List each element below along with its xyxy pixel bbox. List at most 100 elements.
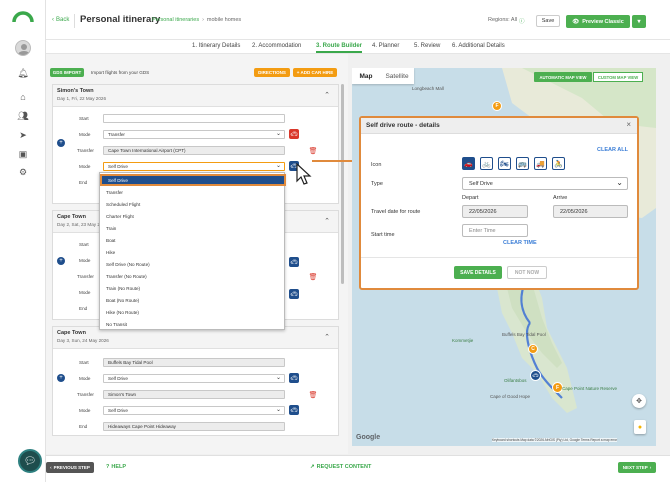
panel-scrollbar[interactable] xyxy=(341,84,344,284)
icon-option[interactable]: 🚌 xyxy=(516,157,529,170)
icon-option[interactable]: 🚚 xyxy=(534,157,547,170)
fullscreen-button[interactable]: ✥ xyxy=(632,394,646,408)
car-icon: 🚗︎ xyxy=(290,407,298,414)
gds-import-button[interactable]: GDS IMPORT xyxy=(50,68,84,77)
close-icon[interactable]: × xyxy=(626,120,631,129)
directions-button[interactable]: DIRECTIONS xyxy=(254,68,290,77)
dropdown-option[interactable]: Train (No Route) xyxy=(100,282,286,294)
tab-additional-details[interactable]: 6. Additional Details xyxy=(452,43,505,49)
gear-icon[interactable]: ⚙ xyxy=(18,167,28,177)
dropdown-option[interactable]: Transfer xyxy=(100,186,286,198)
add-stop-button[interactable]: + xyxy=(57,139,65,147)
icon-option[interactable]: 🚲 xyxy=(480,157,493,170)
tab-route-builder[interactable]: 3. Route Builder xyxy=(316,43,363,53)
preview-dropdown-button[interactable]: ▾ xyxy=(632,15,646,28)
car-icon: 🚗︎ xyxy=(532,372,539,379)
dropdown-option[interactable]: Scheduled Flight xyxy=(100,198,286,210)
dropdown-option[interactable]: Transfer (No Route) xyxy=(100,270,286,282)
transport-icon-button[interactable]: 🚗︎ xyxy=(289,289,299,299)
transport-icon-button[interactable]: 🚗︎ xyxy=(289,129,299,139)
icon-option[interactable]: 🚴 xyxy=(552,157,565,170)
image-icon[interactable]: ▣ xyxy=(18,149,28,159)
dropdown-option[interactable]: Self Drive xyxy=(100,174,286,186)
add-car-hire-button[interactable]: + ADD CAR HIRE xyxy=(293,68,337,77)
dropdown-option[interactable]: Hike (No Route) xyxy=(100,306,286,318)
header-divider xyxy=(74,14,75,28)
mode-select[interactable]: Self Drive xyxy=(103,406,285,415)
trash-icon[interactable]: 🗑︎ xyxy=(309,391,318,399)
map-label: Kommetjie xyxy=(452,338,474,343)
breadcrumb-parent[interactable]: Personal itineraries xyxy=(152,17,199,23)
pegman-button[interactable]: ● xyxy=(634,420,646,434)
clear-time-link[interactable]: CLEAR TIME xyxy=(503,240,537,246)
trash-icon[interactable]: 🗑︎ xyxy=(309,273,318,281)
chevron-down-icon: ▾ xyxy=(637,19,641,25)
tab-itinerary-details[interactable]: 1. Itinerary Details xyxy=(192,43,240,49)
collapse-icon[interactable]: ⌃ xyxy=(324,91,330,99)
mode-select-active[interactable]: Self Drive xyxy=(103,162,285,171)
not-now-button[interactable]: NOT NOW xyxy=(507,266,547,279)
start-field[interactable] xyxy=(103,114,285,123)
mode-select[interactable]: Self Drive xyxy=(103,374,285,383)
transfer-field[interactable]: Cape Town International Airport (CPT) xyxy=(103,146,285,155)
dropdown-option[interactable]: Hike xyxy=(100,246,286,258)
bus-icon: 🚌 xyxy=(518,160,527,168)
clear-all-link[interactable]: CLEAR ALL xyxy=(597,147,628,153)
collapse-icon[interactable]: ⌃ xyxy=(324,333,330,341)
add-stop-button[interactable]: + xyxy=(57,374,65,382)
mode-dropdown-list: Self Drive Transfer Scheduled Flight Cha… xyxy=(99,172,286,330)
breadcrumb-separator: › xyxy=(202,17,204,23)
map-tab-map[interactable]: Map xyxy=(352,68,380,84)
save-button[interactable]: Save xyxy=(536,15,560,27)
tab-review[interactable]: 5. Review xyxy=(414,43,440,49)
preview-classic-button[interactable]: 👁︎ Preview Classic xyxy=(566,15,630,28)
arrive-label: Arrive xyxy=(553,195,568,201)
car-icon: 🚗︎ xyxy=(290,291,298,298)
transport-icon-button[interactable]: 🚗︎ xyxy=(289,257,299,267)
dropdown-option[interactable]: Charter Flight xyxy=(100,210,286,222)
map-car-marker[interactable]: 🚗︎ xyxy=(530,370,541,381)
regions-filter[interactable]: Regions: All ⓘ xyxy=(488,17,525,25)
end-field[interactable]: Hideaways Cape Point Hideaway xyxy=(103,422,285,431)
transport-icon-button[interactable]: 🚗︎ xyxy=(289,373,299,383)
transport-icon-button[interactable]: 🚗︎ xyxy=(289,405,299,415)
avatar[interactable] xyxy=(15,40,31,56)
dropdown-option[interactable]: Boat (No Route) xyxy=(100,294,286,306)
home-icon[interactable]: ⌂ xyxy=(18,92,28,102)
trash-icon[interactable]: 🗑︎ xyxy=(309,147,318,155)
dropdown-option[interactable]: Boat xyxy=(100,234,286,246)
users-icon[interactable]: 👥︎ xyxy=(17,111,28,121)
custom-map-view-button[interactable]: CUSTOM MAP VIEW xyxy=(593,72,643,82)
automatic-map-view-button[interactable]: AUTOMATIC MAP VIEW xyxy=(534,72,592,82)
type-select[interactable]: Self Drive ⌄ xyxy=(462,177,628,190)
back-button[interactable]: ‹ Back xyxy=(52,17,69,23)
help-link[interactable]: ? HELP xyxy=(106,464,126,470)
add-stop-button[interactable]: + xyxy=(57,257,65,265)
map-marker[interactable]: C xyxy=(528,344,538,354)
icon-option[interactable]: 🚗 xyxy=(462,157,475,170)
map-marker[interactable]: F xyxy=(492,101,502,111)
tab-planner[interactable]: 4. Planner xyxy=(372,43,399,49)
depart-label: Depart xyxy=(462,195,479,201)
collapse-icon[interactable]: ⌃ xyxy=(324,217,330,225)
mode-select[interactable]: Transfer xyxy=(103,130,285,139)
request-content-link[interactable]: ↗ REQUEST CONTENT xyxy=(310,464,371,470)
chevron-right-icon: › xyxy=(649,465,652,470)
save-details-button[interactable]: SAVE DETAILS xyxy=(454,266,502,279)
chat-bubble-button[interactable]: 💬︎ xyxy=(18,449,42,473)
arrive-date-field[interactable]: 22/05/2026 xyxy=(553,205,628,218)
dropdown-option[interactable]: Self Drive (No Route) xyxy=(100,258,286,270)
transfer-field[interactable]: Simon's Town xyxy=(103,390,285,399)
send-icon[interactable]: ➤ xyxy=(18,130,28,140)
tab-accommodation[interactable]: 2. Accommodation xyxy=(252,43,301,49)
depart-date-field[interactable]: 22/05/2026 xyxy=(462,205,528,218)
start-time-input[interactable]: Enter Time xyxy=(462,224,528,237)
next-step-button[interactable]: NEXT STEP › xyxy=(618,462,656,473)
dropdown-option[interactable]: No Transit xyxy=(100,318,286,330)
start-field[interactable]: Buffels Bay Tidal Pool xyxy=(103,358,285,367)
previous-step-button[interactable]: ‹ PREVIOUS STEP xyxy=(46,462,94,473)
bell-icon[interactable]: 🔔︎ xyxy=(17,68,28,78)
icon-option[interactable]: 🏍 xyxy=(498,157,511,170)
dropdown-option[interactable]: Train xyxy=(100,222,286,234)
map-tab-satellite[interactable]: Satellite xyxy=(380,68,414,84)
